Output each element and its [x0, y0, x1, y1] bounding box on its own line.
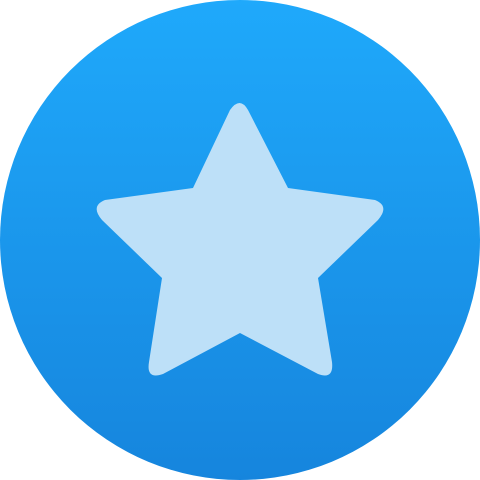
app-icon [0, 0, 480, 480]
star-badge-icon [0, 0, 480, 480]
